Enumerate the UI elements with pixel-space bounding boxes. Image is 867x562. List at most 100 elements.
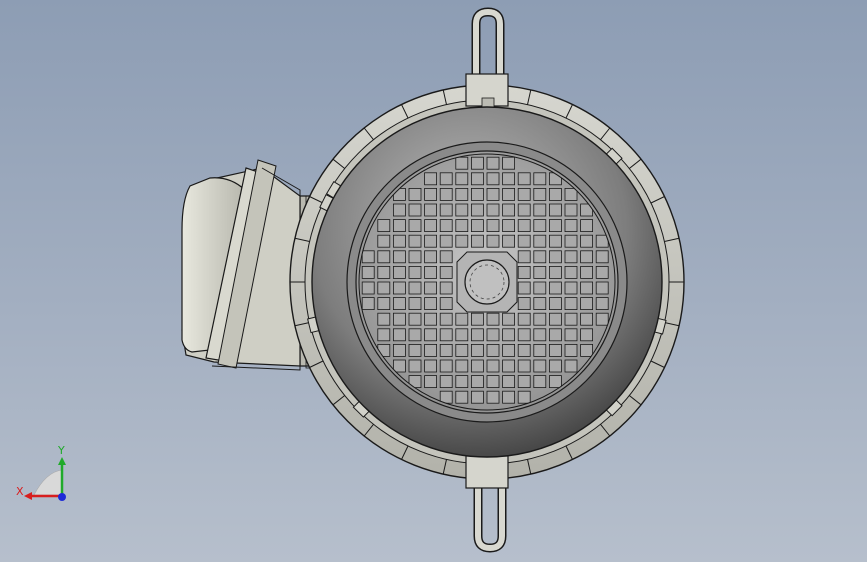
grille-opening [470, 328, 484, 342]
grille-opening [486, 219, 500, 233]
grille-opening [533, 328, 547, 342]
grille-opening [424, 359, 438, 373]
grille-opening [361, 297, 375, 311]
grille-opening [470, 172, 484, 186]
grille-opening [470, 390, 484, 404]
grille-opening [486, 187, 500, 201]
grille-opening [580, 250, 593, 264]
x-axis-head [24, 492, 32, 500]
grille-opening [502, 172, 516, 186]
grille-opening [517, 234, 531, 248]
grille-opening [392, 203, 406, 217]
grille-opening [595, 281, 609, 295]
grille-opening [408, 187, 422, 201]
grille-opening [533, 234, 547, 248]
grille-opening [517, 172, 531, 186]
grille-opening [408, 281, 422, 295]
grille-opening [470, 312, 484, 326]
grille-opening [408, 297, 422, 311]
grille-opening [377, 234, 391, 248]
grille-opening [424, 281, 438, 295]
grille-opening [533, 343, 547, 357]
grille-opening [580, 312, 593, 326]
grille-opening [580, 343, 593, 357]
grille-opening [533, 219, 547, 233]
grille-opening [533, 375, 547, 389]
grille-opening [502, 343, 516, 357]
grille-opening [424, 297, 438, 311]
grille-opening [549, 219, 562, 233]
grille-opening [595, 297, 609, 311]
grille-opening [517, 265, 531, 279]
grille-opening [424, 219, 438, 233]
grille-opening [517, 219, 531, 233]
grille-opening [517, 281, 531, 295]
grille-opening [533, 281, 547, 295]
grille-opening [517, 250, 531, 264]
grille-opening [455, 187, 469, 201]
grille-opening [470, 234, 484, 248]
grille-opening [486, 203, 500, 217]
grille-opening [392, 312, 406, 326]
grille-opening [377, 328, 391, 342]
grille-opening [455, 328, 469, 342]
fan-grille[interactable] [355, 150, 619, 414]
grille-opening [455, 375, 469, 389]
grille-opening [439, 375, 453, 389]
grille-opening [533, 297, 547, 311]
grille-opening [470, 343, 484, 357]
grille-opening [361, 281, 375, 295]
grille-opening [408, 203, 422, 217]
grille-opening [439, 250, 453, 264]
grille-opening [564, 297, 578, 311]
grille-opening [392, 250, 406, 264]
grille-opening [424, 250, 438, 264]
grille-opening [392, 265, 406, 279]
grille-opening [392, 234, 406, 248]
coordinate-triad: X Y [14, 440, 74, 510]
motor-model[interactable] [0, 0, 867, 562]
grille-opening [549, 328, 562, 342]
grille-opening [470, 156, 484, 170]
grille-opening [580, 219, 593, 233]
grille-opening [470, 203, 484, 217]
grille-opening [564, 281, 578, 295]
grille-opening [564, 234, 578, 248]
grille-opening [580, 281, 593, 295]
lifting-eye-bottom[interactable] [465, 455, 509, 553]
grille-opening [424, 343, 438, 357]
grille-opening [595, 250, 609, 264]
grille-opening [408, 250, 422, 264]
grille-opening [455, 203, 469, 217]
grille-opening [408, 312, 422, 326]
grille-opening [392, 219, 406, 233]
grille-opening [377, 265, 391, 279]
grille-opening [549, 375, 562, 389]
grille-opening [549, 234, 562, 248]
grille-opening [533, 359, 547, 373]
grille-opening [470, 219, 484, 233]
grille-opening [564, 343, 578, 357]
grille-opening [502, 234, 516, 248]
grille-opening [533, 265, 547, 279]
grille-opening [533, 250, 547, 264]
lifting-eye-top[interactable] [465, 7, 509, 109]
grille-opening [502, 219, 516, 233]
graphics-viewport[interactable]: X Y [0, 0, 867, 562]
grille-opening [470, 359, 484, 373]
grille-opening [439, 234, 453, 248]
grille-opening [424, 312, 438, 326]
grille-opening [502, 390, 516, 404]
grille-opening [455, 172, 469, 186]
grille-opening [564, 312, 578, 326]
x-axis-label: X [16, 485, 24, 498]
grille-opening [564, 250, 578, 264]
grille-opening [377, 250, 391, 264]
grille-opening [455, 234, 469, 248]
grille-opening [392, 359, 406, 373]
grille-opening [455, 312, 469, 326]
triad-plane [33, 469, 63, 496]
grille-opening [549, 187, 562, 201]
grille-opening [486, 390, 500, 404]
grille-opening [377, 281, 391, 295]
